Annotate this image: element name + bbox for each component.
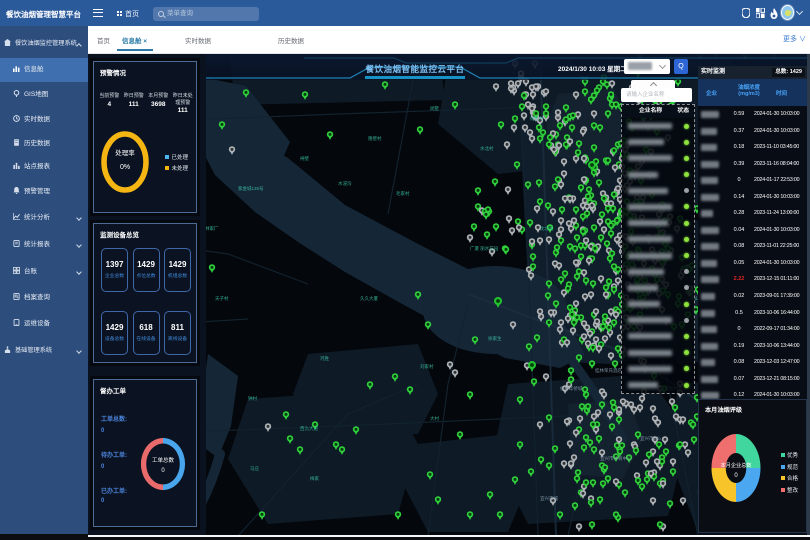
svg-text:隆壁村: 隆壁村 [368,135,382,142]
svg-text:0%: 0% [120,164,130,171]
svg-text:水浸沟: 水浸沟 [338,180,352,187]
svg-text:林家厂: 林家厂 [205,225,219,232]
svg-text:毛家村: 毛家村 [396,190,410,196]
svg-text:西氿大道: 西氿大道 [300,425,318,432]
svg-text:0: 0 [734,473,738,479]
svg-text:杨墅村: 杨墅村 [530,115,544,122]
svg-text:天子村: 天子村 [215,295,229,302]
svg-text:刘家村: 刘家村 [420,363,434,369]
svg-text:马庄: 马庄 [250,465,259,472]
svg-text:河胜: 河胜 [320,355,329,362]
svg-text:宜兴市info: 宜兴市info [640,435,661,442]
svg-text:闵墅: 闵墅 [430,105,439,112]
svg-text:桂林荣氏酒店: 桂林荣氏酒店 [595,367,622,374]
svg-text:广厦 丽水花园: 广厦 丽水花园 [470,245,499,252]
svg-text:水北村: 水北村 [480,145,494,152]
svg-text:本月企业总数: 本月企业总数 [720,461,752,469]
svg-text:宜兴市体育中心: 宜兴市体育中心 [600,455,632,462]
svg-text:桂林华侨城: 桂林华侨城 [560,385,583,392]
svg-text:梅家: 梅家 [310,475,319,482]
svg-text:大村: 大村 [430,415,439,422]
svg-text:久久大厦: 久久大厦 [360,295,378,302]
svg-text:沈北路: 沈北路 [540,225,554,232]
svg-text:0: 0 [161,468,165,474]
svg-text:宜兴市城: 宜兴市城 [540,495,558,502]
svg-text:钟村: 钟村 [248,395,257,402]
svg-text:工单总数: 工单总数 [152,456,175,464]
svg-text:徐家生: 徐家生 [488,335,502,342]
svg-text:处理率: 处理率 [115,148,135,157]
svg-text:闸壁: 闸壁 [300,155,309,162]
svg-text:紫金城135号: 紫金城135号 [238,185,264,192]
